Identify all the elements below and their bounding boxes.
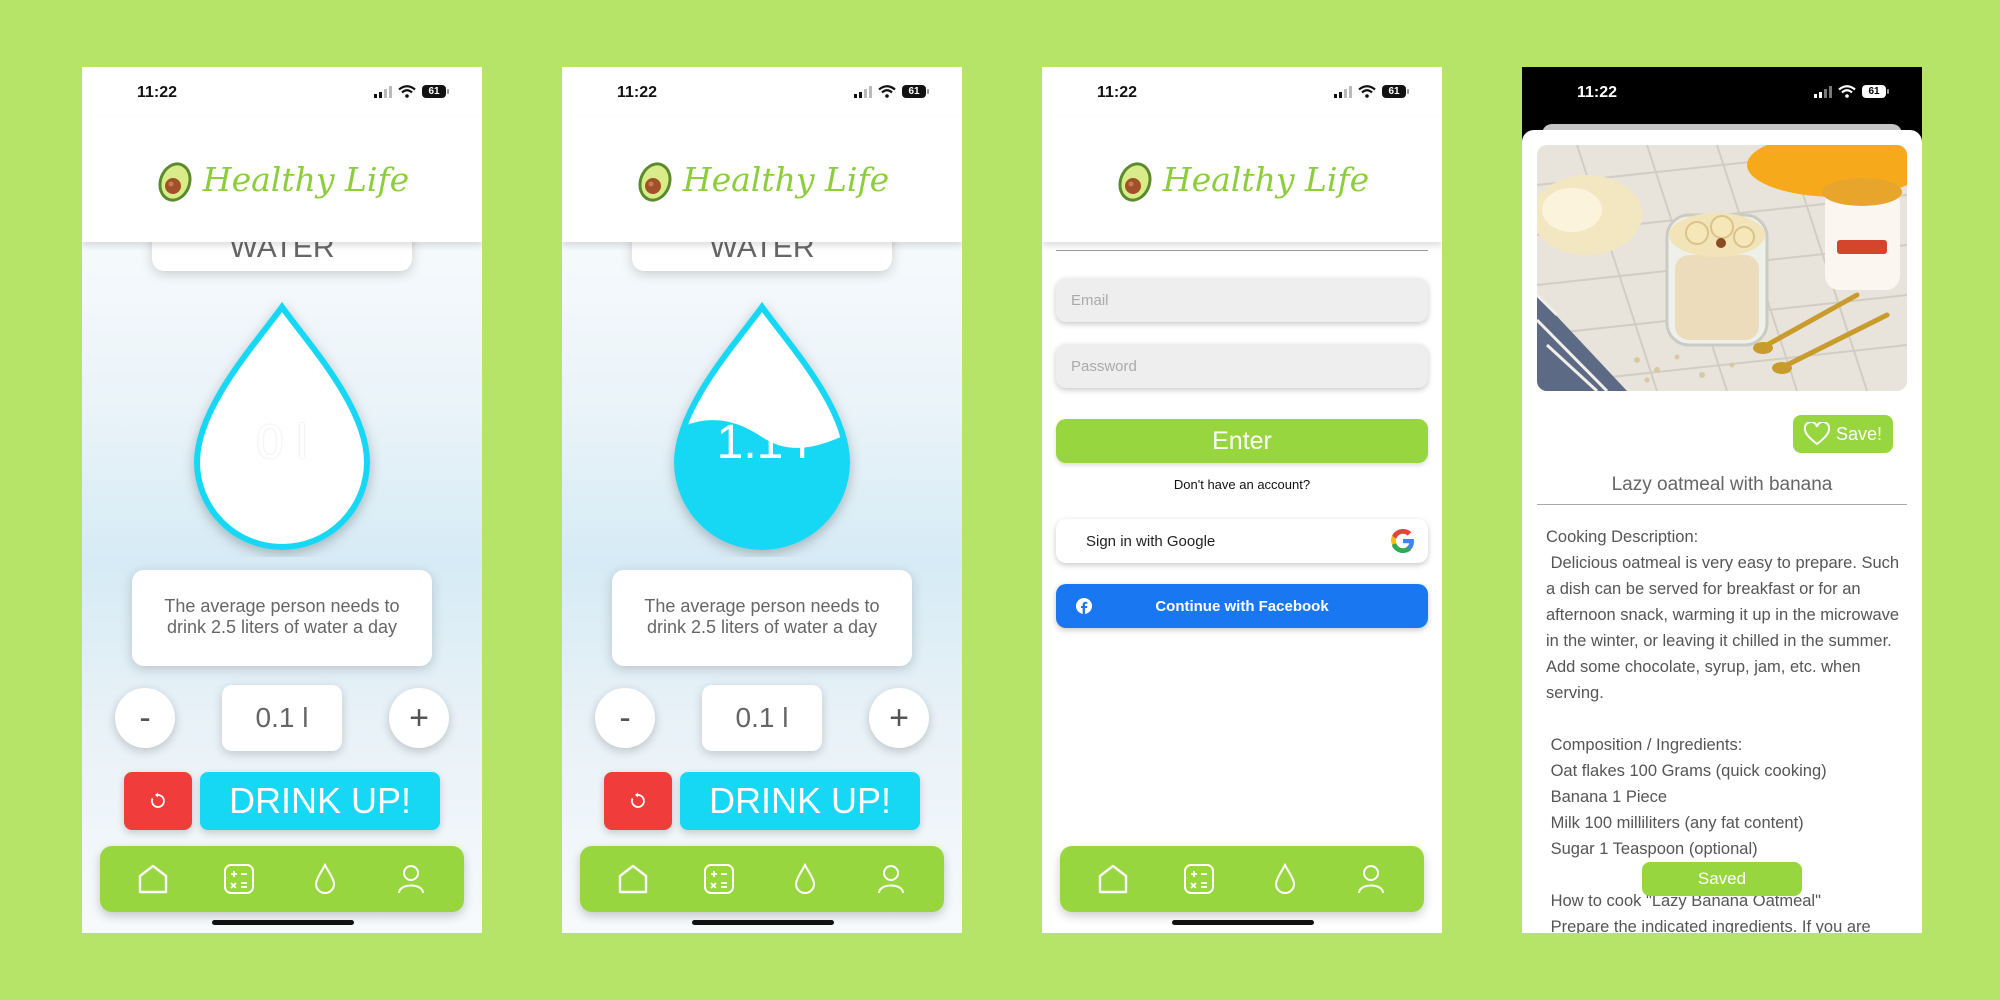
avocado-icon bbox=[1118, 161, 1152, 202]
water-level-value: 1.1 l bbox=[716, 416, 808, 469]
save-recipe-label: Save! bbox=[1835, 423, 1883, 444]
reset-icon bbox=[151, 792, 165, 808]
water-screen-empty: 11:22 61 Healthy Life CONTROL WATER 0 l … bbox=[82, 67, 482, 933]
howto-text: Prepare the indicated ingredients. If yo… bbox=[1546, 918, 1871, 933]
water-info-text: The average person needs to drink 2.5 li… bbox=[132, 570, 432, 666]
home-icon[interactable] bbox=[1091, 857, 1135, 901]
status-time: 11:22 bbox=[617, 84, 658, 101]
login-screen: 11:22 61 Healthy Life Login to your acco… bbox=[1042, 67, 1442, 933]
app-title: Healthy Life bbox=[202, 160, 410, 199]
wifi-icon bbox=[878, 85, 896, 98]
home-icon[interactable] bbox=[131, 857, 175, 901]
battery-icon: 61 bbox=[422, 85, 449, 98]
profile-icon[interactable] bbox=[869, 857, 913, 901]
email-field[interactable] bbox=[1056, 278, 1428, 322]
brand-header: Healthy Life bbox=[1042, 117, 1442, 242]
avocado-icon bbox=[158, 161, 192, 202]
status-bar: 11:22 61 bbox=[1042, 67, 1442, 117]
bottom-nav bbox=[100, 846, 464, 912]
water-screen-filled: 11:22 61 Healthy Life CONTROL WATER 1.1 … bbox=[562, 67, 962, 933]
app-title: Healthy Life bbox=[682, 160, 890, 199]
drink-up-button[interactable]: DRINK UP! bbox=[200, 772, 440, 830]
google-signin-button[interactable]: Sign in with Google bbox=[1056, 519, 1428, 563]
brand-header: Healthy Life bbox=[82, 117, 482, 242]
reset-button[interactable] bbox=[604, 772, 672, 830]
recipe-title: Lazy oatmeal with banana bbox=[1537, 474, 1907, 505]
home-indicator bbox=[692, 920, 834, 925]
recipe-sheet[interactable]: Save! Lazy oatmeal with banana Cooking D… bbox=[1522, 130, 1922, 933]
save-recipe-button[interactable]: Save! bbox=[1793, 415, 1893, 453]
brand-header: Healthy Life bbox=[562, 117, 962, 242]
password-field[interactable] bbox=[1056, 344, 1428, 388]
ingredients-heading: Composition / Ingredients: bbox=[1546, 736, 1743, 754]
signal-icon bbox=[1814, 85, 1832, 98]
facebook-icon bbox=[1076, 598, 1092, 614]
status-time: 11:22 bbox=[1097, 84, 1138, 101]
status-bar: 11:22 61 bbox=[562, 67, 962, 117]
water-drop-icon[interactable] bbox=[303, 857, 347, 901]
home-indicator bbox=[1172, 920, 1314, 925]
google-icon bbox=[1391, 529, 1414, 553]
status-time: 11:22 bbox=[1577, 84, 1618, 101]
amount-display: 0.1 l bbox=[702, 685, 822, 751]
amount-display: 0.1 l bbox=[222, 685, 342, 751]
signal-icon bbox=[374, 85, 392, 98]
signal-icon bbox=[1334, 85, 1352, 98]
calculator-icon[interactable] bbox=[697, 857, 741, 901]
google-signin-label: Sign in with Google bbox=[1086, 532, 1216, 550]
calculator-icon[interactable] bbox=[1177, 857, 1221, 901]
signal-icon bbox=[854, 85, 872, 98]
battery-icon: 61 bbox=[902, 85, 929, 98]
register-link[interactable]: Don't have an account? bbox=[1056, 477, 1428, 492]
profile-icon[interactable] bbox=[389, 857, 433, 901]
home-indicator bbox=[212, 920, 354, 925]
increase-button[interactable]: + bbox=[869, 688, 929, 748]
heart-icon bbox=[1803, 422, 1830, 446]
bottom-nav bbox=[580, 846, 944, 912]
water-info-text: The average person needs to drink 2.5 li… bbox=[612, 570, 912, 666]
profile-icon[interactable] bbox=[1349, 857, 1393, 901]
avocado-icon bbox=[638, 161, 672, 202]
app-title: Healthy Life bbox=[1162, 160, 1370, 199]
saved-toast: Saved bbox=[1642, 862, 1802, 896]
water-drop-icon[interactable] bbox=[783, 857, 827, 901]
status-time: 11:22 bbox=[137, 84, 178, 101]
recipe-screen: 11:22 61 Save! Lazy oatmeal with banana … bbox=[1522, 67, 1922, 933]
status-bar: 11:22 61 bbox=[1522, 67, 1922, 117]
water-level-value: 0 l bbox=[256, 416, 308, 469]
decrease-button[interactable]: - bbox=[595, 688, 655, 748]
decrease-button[interactable]: - bbox=[115, 688, 175, 748]
facebook-signin-button[interactable]: Continue with Facebook bbox=[1056, 584, 1428, 628]
recipe-photo bbox=[1537, 145, 1907, 391]
ingredient-item: Banana 1 Piece bbox=[1546, 788, 1668, 806]
bottom-nav bbox=[1060, 846, 1424, 912]
facebook-signin-label: Continue with Facebook bbox=[1155, 597, 1329, 615]
increase-button[interactable]: + bbox=[389, 688, 449, 748]
calculator-icon[interactable] bbox=[217, 857, 261, 901]
reset-button[interactable] bbox=[124, 772, 192, 830]
battery-icon: 61 bbox=[1862, 85, 1889, 98]
battery-icon: 61 bbox=[1382, 85, 1409, 98]
home-icon[interactable] bbox=[611, 857, 655, 901]
ingredient-item: Milk 100 milliliters (any fat content) bbox=[1546, 814, 1804, 832]
ingredient-item: Sugar 1 Teaspoon (optional) bbox=[1546, 840, 1758, 858]
water-drop-icon[interactable] bbox=[1263, 857, 1307, 901]
description-heading: Cooking Description: bbox=[1546, 528, 1699, 546]
status-bar: 11:22 61 bbox=[82, 67, 482, 117]
description-text: Delicious oatmeal is very easy to prepar… bbox=[1546, 554, 1904, 702]
wifi-icon bbox=[1838, 85, 1856, 98]
wifi-icon bbox=[398, 85, 416, 98]
wifi-icon bbox=[1358, 85, 1376, 98]
reset-icon bbox=[631, 792, 645, 808]
enter-button[interactable]: Enter bbox=[1056, 419, 1428, 463]
drink-up-button[interactable]: DRINK UP! bbox=[680, 772, 920, 830]
ingredient-item: Oat flakes 100 Grams (quick cooking) bbox=[1546, 762, 1827, 780]
